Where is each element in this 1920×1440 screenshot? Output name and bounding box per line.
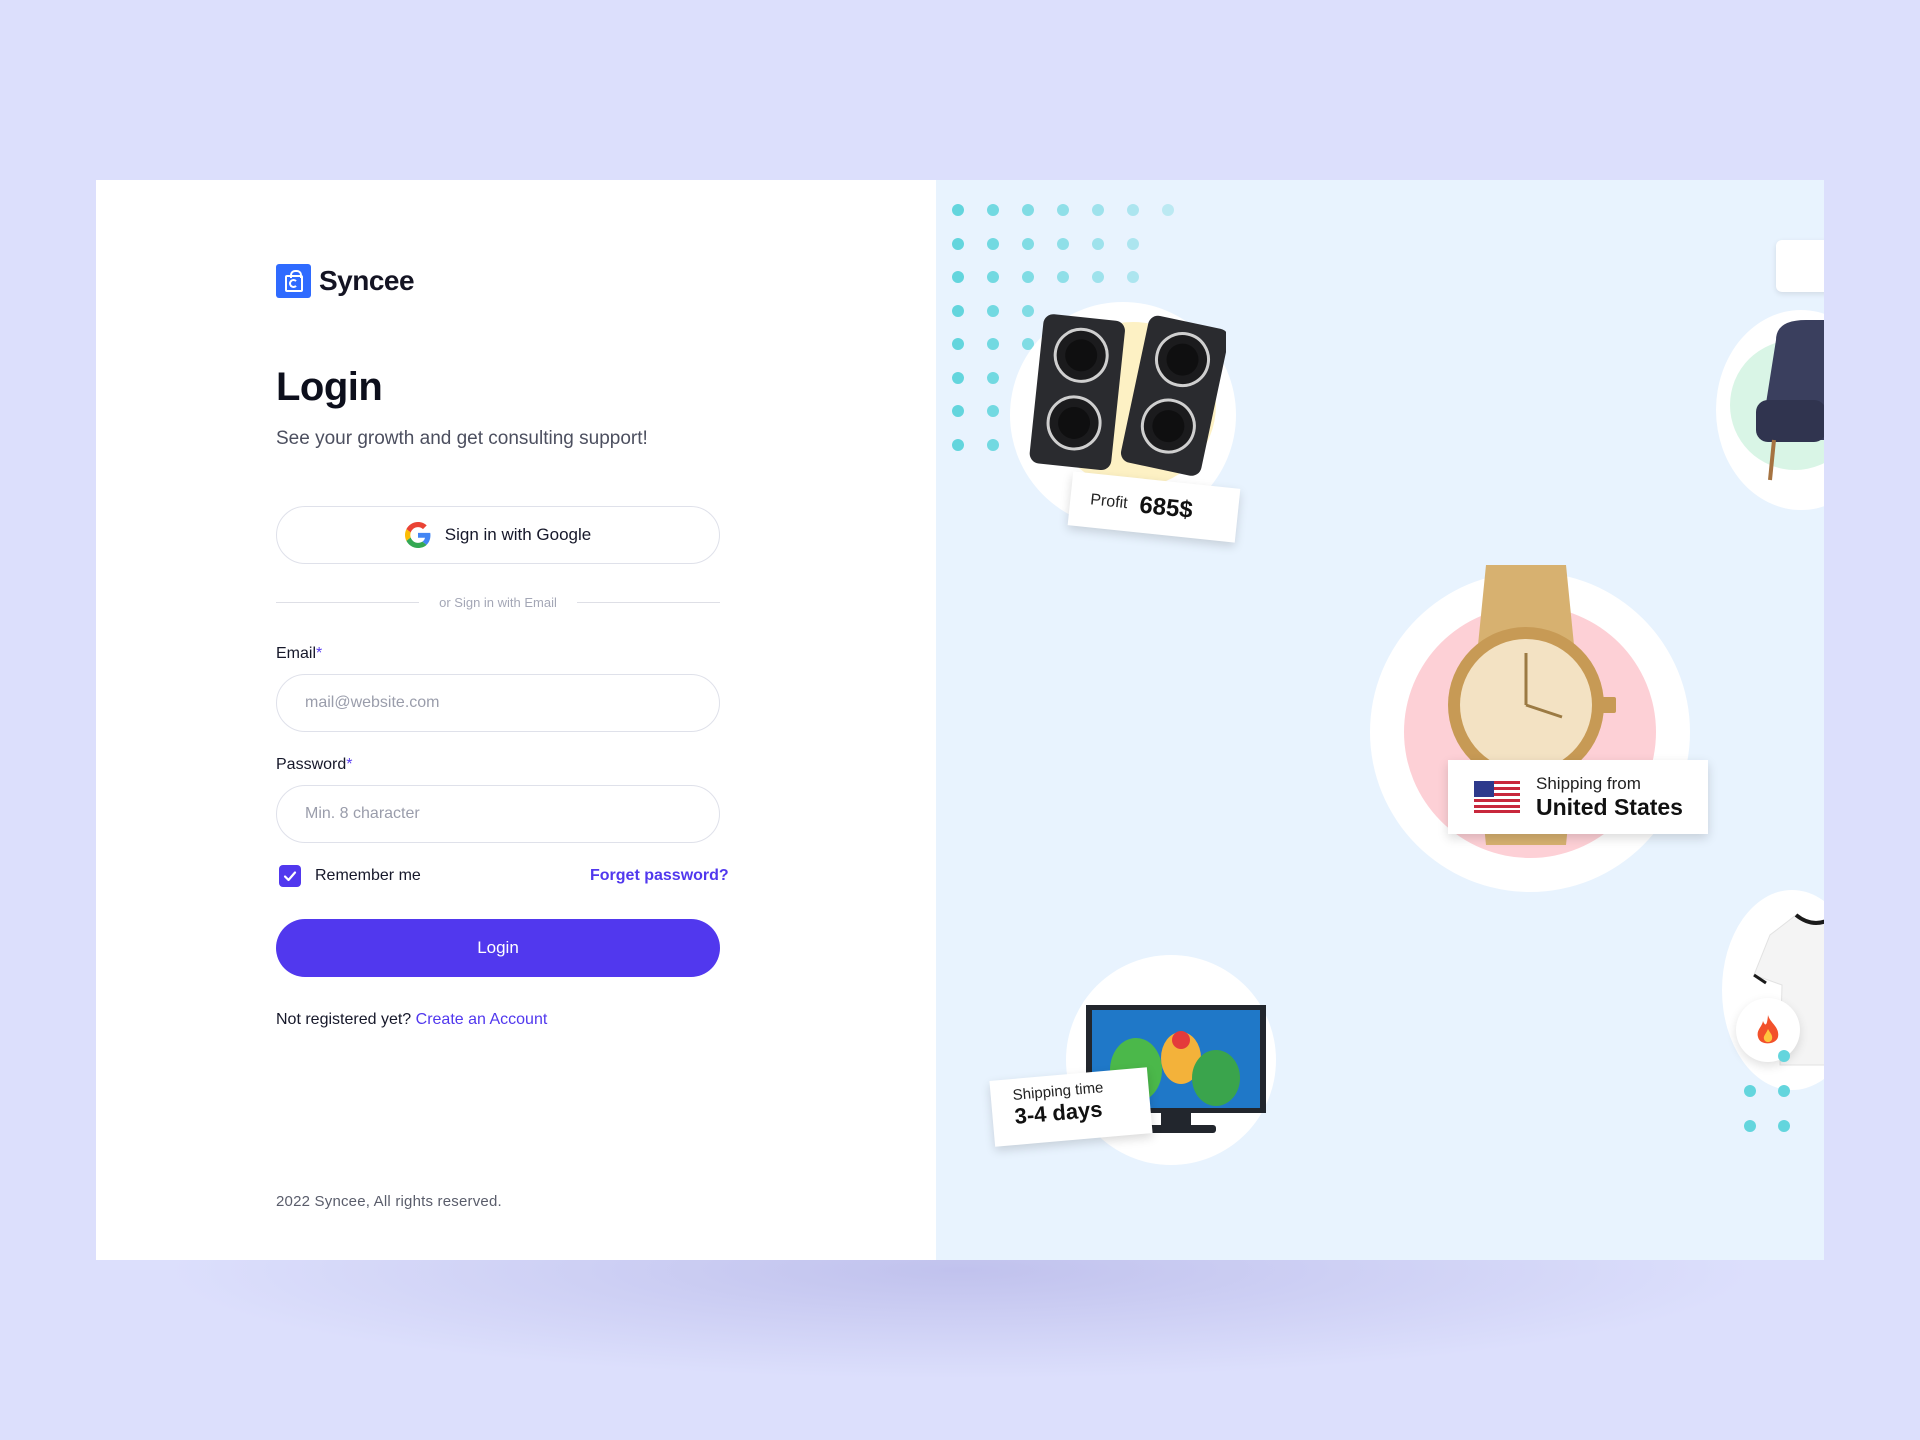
checkbox-checked-icon[interactable] (279, 865, 301, 887)
decorative-dot (1022, 204, 1034, 216)
decorative-dot (1092, 271, 1104, 283)
login-card: Syncee Login See your growth and get con… (96, 180, 1824, 1260)
decorative-dot (1162, 204, 1174, 216)
remember-me-checkbox[interactable]: Remember me (279, 865, 421, 887)
fire-badge (1736, 998, 1800, 1062)
us-flag-icon (1474, 781, 1520, 813)
divider-line-right (576, 601, 720, 603)
divider-line-left (276, 601, 420, 603)
remember-me-label: Remember me (315, 867, 421, 884)
decorative-dot (952, 338, 964, 350)
google-signin-button[interactable]: Sign in with Google (276, 506, 720, 564)
email-label: Email* (276, 645, 323, 662)
create-account-link[interactable]: Create an Account (416, 1011, 548, 1028)
decorative-dot (952, 204, 964, 216)
decorative-dot (987, 237, 999, 250)
page-subtitle: See your growth and get consulting suppo… (276, 428, 648, 449)
brand-logo[interactable]: Syncee (276, 264, 415, 298)
decorative-dot (1057, 271, 1069, 283)
shipping-from-value: United States (1536, 793, 1683, 820)
decorative-dot (952, 405, 964, 417)
shipping-from-label: Shipping from (1536, 773, 1641, 793)
promo-illustration: Profit 685$ Shipping from United States … (936, 180, 1824, 1260)
decorative-dot (987, 338, 999, 350)
email-divider: or Sign in with Email (276, 592, 720, 612)
decorative-dot (1744, 1120, 1756, 1132)
decorative-dot (952, 438, 964, 451)
decorative-dot (1022, 271, 1034, 283)
decorative-dot (1057, 237, 1069, 250)
register-prompt: Not registered yet? Create an Account (276, 1011, 548, 1028)
decorative-dot (987, 438, 999, 451)
google-icon (404, 522, 431, 548)
decorative-dot (952, 371, 964, 384)
decorative-dot (1778, 1050, 1790, 1062)
armchair-image (1756, 320, 1824, 481)
decorative-dot (1057, 204, 1069, 216)
login-button[interactable]: Login (276, 919, 720, 977)
required-mark: * (316, 645, 323, 662)
login-panel: Syncee Login See your growth and get con… (96, 180, 936, 1260)
forgot-password-link[interactable]: Forget password? (590, 867, 729, 885)
brand-name: Syncee (319, 265, 415, 296)
decorative-dot (1127, 271, 1139, 283)
decorative-dot (1022, 237, 1034, 250)
required-mark: * (346, 756, 353, 773)
decorative-dot (987, 271, 999, 283)
decorative-dot (1778, 1085, 1790, 1097)
decorative-dot (1744, 1085, 1756, 1097)
decorative-dot (987, 371, 999, 384)
cropped-tag (1776, 240, 1824, 292)
page-title: Login (276, 365, 383, 409)
profit-value: 685$ (1138, 491, 1194, 524)
divider-text: or Sign in with Email (439, 594, 557, 610)
fire-icon (1757, 1015, 1779, 1044)
decorative-dot (952, 304, 964, 317)
decorative-dot (1092, 204, 1104, 216)
shipping-from-tag: Shipping from United States (1448, 760, 1708, 834)
profit-tag: Profit 685$ (1067, 471, 1241, 543)
shipping-time-tag: Shipping time 3-4 days (989, 1067, 1153, 1147)
footer-copyright: 2022 Syncee, All rights reserved. (276, 1193, 502, 1210)
decorative-dot (1778, 1120, 1790, 1132)
password-field[interactable] (276, 785, 720, 843)
decorative-dot (1127, 204, 1139, 216)
decorative-dot (952, 271, 964, 283)
decorative-dot (987, 405, 999, 417)
decorative-dot (1127, 237, 1139, 250)
email-field[interactable] (276, 674, 720, 732)
decorative-dot (1092, 237, 1104, 250)
decorative-dot (987, 204, 999, 216)
profit-label: Profit (1089, 491, 1129, 513)
password-label: Password* (276, 756, 353, 773)
decorative-dot (952, 237, 964, 250)
decorative-dot (987, 304, 999, 317)
google-signin-label: Sign in with Google (444, 525, 592, 544)
speakers-image (1029, 314, 1226, 476)
shopping-bag-icon (276, 264, 311, 298)
